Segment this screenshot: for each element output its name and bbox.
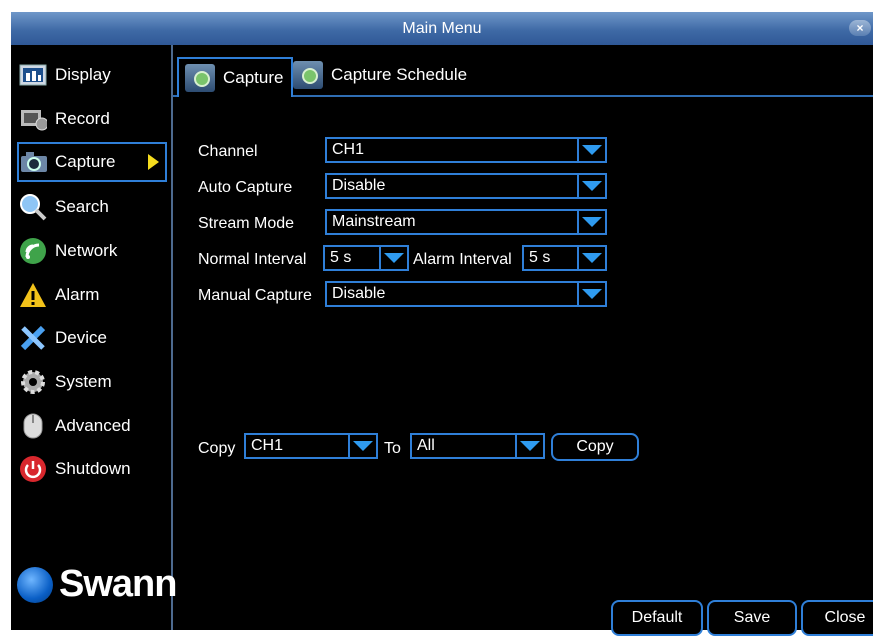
manual-capture-value: Disable	[332, 285, 386, 302]
title-bar: Main Menu ×	[11, 12, 873, 45]
sidebar-item-search[interactable]: Search	[19, 188, 169, 226]
record-icon	[19, 105, 47, 133]
mouse-icon	[19, 412, 47, 440]
tab-capture[interactable]: Capture	[177, 57, 293, 97]
sidebar-item-label: Record	[55, 109, 110, 128]
sidebar-item-display[interactable]: Display	[19, 56, 169, 94]
sidebar-item-system[interactable]: System	[19, 363, 169, 401]
sidebar-item-advanced[interactable]: Advanced	[19, 407, 169, 445]
alarm-icon	[19, 281, 47, 309]
sidebar-item-label: Shutdown	[55, 459, 131, 478]
gear-icon	[19, 368, 47, 396]
capture-schedule-tab-icon	[293, 61, 323, 89]
default-button[interactable]: Default	[611, 600, 703, 636]
close-button[interactable]: Close	[801, 600, 873, 636]
tab-label: Capture	[223, 68, 284, 87]
chevron-down-icon[interactable]	[577, 175, 605, 197]
auto-capture-value: Disable	[332, 177, 386, 194]
power-icon	[19, 455, 47, 483]
display-icon	[19, 61, 47, 89]
logo-text: Swann	[59, 563, 177, 605]
manual-capture-label: Manual Capture	[198, 287, 312, 304]
normal-interval-value: 5 s	[330, 249, 352, 266]
channel-select[interactable]: CH1	[325, 137, 607, 163]
sidebar-item-shutdown[interactable]: Shutdown	[19, 450, 169, 488]
normal-interval-label: Normal Interval	[198, 251, 307, 268]
chevron-down-icon[interactable]	[515, 435, 543, 457]
tab-label: Capture Schedule	[331, 65, 468, 84]
sidebar-item-label: Network	[55, 241, 118, 260]
active-arrow-icon	[148, 154, 159, 170]
copy-button[interactable]: Copy	[551, 433, 639, 461]
device-icon	[19, 324, 47, 352]
alarm-interval-label: Alarm Interval	[413, 251, 512, 268]
stream-mode-select[interactable]: Mainstream	[325, 209, 607, 235]
copy-label: Copy	[198, 440, 236, 457]
chevron-down-icon[interactable]	[577, 247, 605, 269]
auto-capture-label: Auto Capture	[198, 179, 293, 196]
chevron-down-icon[interactable]	[577, 211, 605, 233]
sidebar-item-record[interactable]: Record	[19, 100, 169, 138]
chevron-down-icon[interactable]	[348, 435, 376, 457]
auto-capture-select[interactable]: Disable	[325, 173, 607, 199]
copy-to-select[interactable]: All	[410, 433, 545, 459]
copy-to-value: All	[417, 437, 435, 454]
sidebar-item-device[interactable]: Device	[19, 319, 169, 357]
tab-capture-schedule[interactable]: Capture Schedule	[293, 57, 493, 93]
camera-icon	[19, 148, 47, 176]
copy-from-value: CH1	[251, 437, 284, 454]
alarm-interval-select[interactable]: 5 s	[522, 245, 607, 271]
main-menu-window: Main Menu × Display Record Capture Searc…	[11, 12, 873, 636]
sidebar-item-network[interactable]: Network	[19, 232, 169, 270]
sidebar-item-alarm[interactable]: Alarm	[19, 276, 169, 314]
swann-logo-icon	[17, 566, 53, 603]
capture-tab-icon	[185, 64, 215, 92]
sidebar-item-label: Display	[55, 65, 111, 84]
alarm-interval-value: 5 s	[529, 249, 551, 266]
swann-logo: Swann	[17, 563, 177, 606]
sidebar-item-label: Alarm	[55, 285, 100, 304]
sidebar-item-label: Advanced	[55, 416, 131, 435]
network-icon	[19, 237, 47, 265]
manual-capture-select[interactable]: Disable	[325, 281, 607, 307]
copy-from-select[interactable]: CH1	[244, 433, 378, 459]
search-icon	[19, 193, 47, 221]
chevron-down-icon[interactable]	[577, 139, 605, 161]
tab-bar: Capture Capture Schedule	[173, 57, 873, 97]
stream-mode-value: Mainstream	[332, 213, 416, 230]
window-title: Main Menu	[402, 20, 482, 37]
sidebar-item-label: Capture	[55, 152, 116, 171]
sidebar-item-label: System	[55, 372, 112, 391]
stream-mode-label: Stream Mode	[198, 215, 295, 232]
sidebar: Display Record Capture Search Network Al…	[11, 45, 177, 630]
save-button[interactable]: Save	[707, 600, 797, 636]
chevron-down-icon[interactable]	[577, 283, 605, 305]
sidebar-item-capture[interactable]: Capture	[17, 142, 167, 182]
normal-interval-select[interactable]: 5 s	[323, 245, 409, 271]
chevron-down-icon[interactable]	[379, 247, 407, 269]
to-label: To	[384, 440, 401, 457]
channel-value: CH1	[332, 141, 365, 158]
close-window-button[interactable]: ×	[849, 20, 871, 36]
main-panel: Capture Capture Schedule Channel CH1 Aut…	[173, 45, 873, 636]
sidebar-item-label: Search	[55, 197, 109, 216]
sidebar-item-label: Device	[55, 328, 107, 347]
channel-label: Channel	[198, 143, 258, 160]
